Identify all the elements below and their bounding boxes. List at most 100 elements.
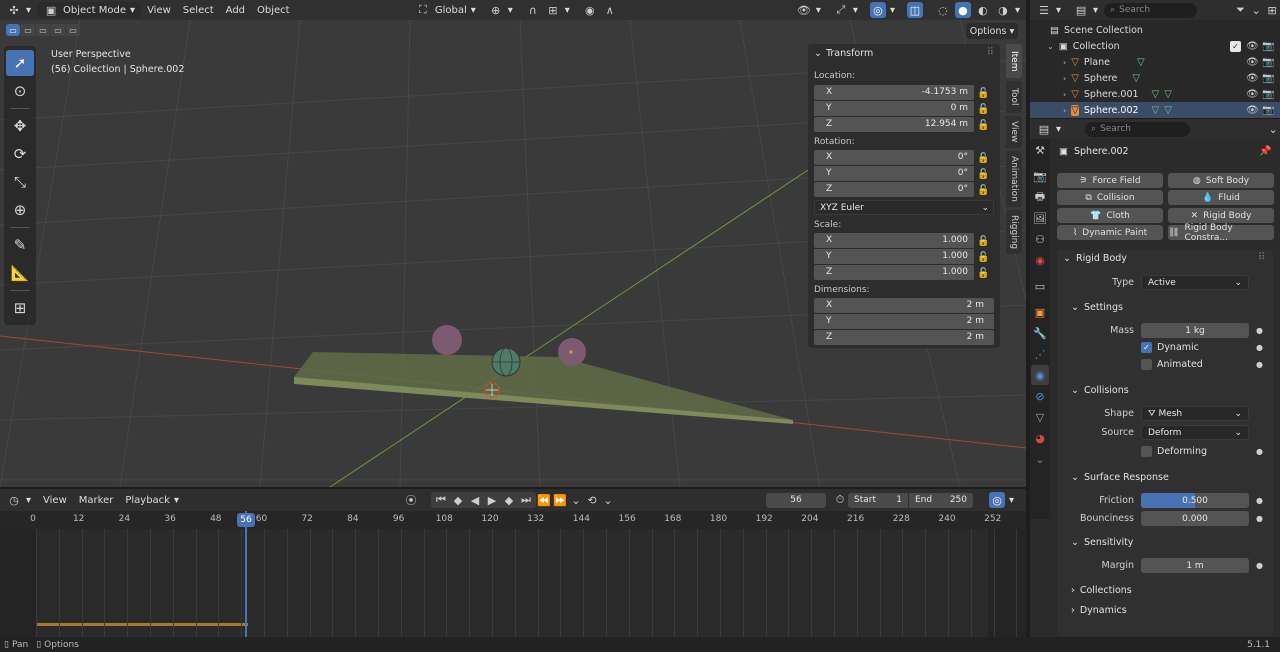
keyframe-dot-icon[interactable]: ● xyxy=(1256,343,1263,352)
soft-body-button[interactable]: ◍ Soft Body xyxy=(1168,173,1274,188)
timeline-menu-view[interactable]: View xyxy=(37,492,73,508)
pin-icon[interactable]: 📌 xyxy=(1259,146,1271,157)
tab-tool[interactable]: Tool xyxy=(1006,81,1022,113)
dynamics-subpanel-header[interactable]: › Dynamics xyxy=(1057,602,1273,619)
shape-dropdown[interactable]: ⛛ Mesh ⌄ xyxy=(1141,406,1249,421)
lock-icon[interactable]: 🔓 xyxy=(977,236,989,247)
dynamic-paint-button[interactable]: ⌇ Dynamic Paint xyxy=(1057,225,1163,240)
scale-tool[interactable]: ⤡ xyxy=(6,169,34,195)
overlays-dropdown[interactable]: ◎ ▾ xyxy=(864,2,901,18)
margin-field[interactable]: 1 m xyxy=(1141,558,1249,573)
eye-icon[interactable]: 👁 xyxy=(1246,73,1259,84)
menu-select[interactable]: Select xyxy=(177,2,220,18)
select-new-icon[interactable]: ▭ xyxy=(6,24,20,36)
rigid-body-constraint-button[interactable]: ⛓ Rigid Body Constra... xyxy=(1168,223,1274,243)
lock-icon[interactable]: 🔓 xyxy=(977,88,989,99)
outliner-collection[interactable]: ⌄ ▣ Collection ✓ 👁 📷 xyxy=(1030,38,1280,54)
rotate-tool[interactable]: ⟳ xyxy=(6,141,34,167)
collection-tab-icon[interactable]: ▭ xyxy=(1031,276,1049,296)
tab-view[interactable]: View xyxy=(1006,116,1022,148)
timeline-overlays[interactable]: ◎ ▾ xyxy=(983,492,1020,508)
proportional-toggle[interactable]: ◉ ∧ xyxy=(576,2,624,18)
outliner-scene-collection[interactable]: ▤ Scene Collection xyxy=(1030,22,1280,38)
transform-panel-header[interactable]: ⌄ Transform xyxy=(814,48,873,59)
measure-tool[interactable]: 📐 xyxy=(6,260,34,286)
mass-field[interactable]: 1 kg xyxy=(1141,323,1249,338)
keyframe-dot-icon[interactable]: ● xyxy=(1256,447,1263,456)
xray-toggle[interactable]: ◫ xyxy=(901,2,929,18)
outliner-item-sphere-001[interactable]: › ▽ Sphere.001 ▽ ▽ 👁 📷 xyxy=(1030,86,1280,102)
select-box-tool[interactable]: ➚ xyxy=(6,50,34,76)
chevron-down-icon[interactable]: ⌄ xyxy=(1266,121,1280,137)
dimensions-z-field[interactable]: Z2 m xyxy=(814,330,994,345)
outliner-item-plane[interactable]: › ▽ Plane ▽ 👁 📷 xyxy=(1030,54,1280,70)
tab-rigging[interactable]: Rigging xyxy=(1006,210,1022,254)
snap-toggle[interactable]: ∩ ⊞ ▾ xyxy=(519,2,576,18)
camera-icon[interactable]: 📷 xyxy=(1262,73,1274,84)
data-tab-icon[interactable]: ▽ xyxy=(1031,407,1049,427)
location-z-field[interactable]: Z 12.954 m xyxy=(814,117,974,132)
output-tab-icon[interactable]: 🖶 xyxy=(1031,187,1049,207)
surface-response-subpanel-header[interactable]: ⌄ Surface Response xyxy=(1057,469,1273,486)
autokey-icon[interactable]: ⟲ xyxy=(584,492,600,508)
tool-tab-icon[interactable]: ⚒ xyxy=(1031,140,1049,160)
lock-icon[interactable]: 🔓 xyxy=(977,120,989,131)
camera-icon[interactable]: 📷 xyxy=(1262,105,1274,116)
bounciness-slider[interactable]: 0.000 xyxy=(1141,511,1249,526)
drag-handle-icon[interactable]: ⠿ xyxy=(1258,252,1265,263)
menu-view[interactable]: View xyxy=(141,2,177,18)
particles-tab-icon[interactable]: ⋰ xyxy=(1031,344,1049,364)
drag-handle-icon[interactable]: ⠿ xyxy=(987,47,994,58)
add-cube-tool[interactable]: ⊞ xyxy=(6,295,34,321)
select-extend-icon[interactable]: ▭ xyxy=(21,24,35,36)
play-reverse-icon[interactable]: ◀ xyxy=(467,492,483,508)
fluid-button[interactable]: 💧 Fluid xyxy=(1168,190,1274,205)
keyframe-dot-icon[interactable]: ● xyxy=(1256,514,1263,523)
filter-icon[interactable]: ⏷ xyxy=(1233,2,1249,18)
camera-icon[interactable]: 📷 xyxy=(1262,57,1274,68)
rotation-z-field[interactable]: Z 0° xyxy=(814,182,974,197)
rotation-x-field[interactable]: X 0° xyxy=(814,150,974,165)
collision-button[interactable]: ⧉ Collision xyxy=(1057,190,1163,205)
outliner-search-input[interactable]: ⌕ Search xyxy=(1104,2,1197,18)
timeline-ruler[interactable]: 0 12 24 36 48 60 72 84 96 108 120 132 144 156 168 180 19… xyxy=(0,511,1026,529)
next-frame-icon[interactable]: ⏩ xyxy=(552,492,568,508)
chevron-down-icon[interactable]: ⌄ xyxy=(1248,2,1264,18)
material-shading-icon[interactable]: ◐ xyxy=(975,2,991,18)
world-tab-icon[interactable]: ◉ xyxy=(1031,250,1049,270)
eye-icon[interactable]: 👁 xyxy=(1246,89,1259,100)
pivot-dropdown[interactable]: ⊕ ▾ xyxy=(482,2,519,18)
mode-dropdown[interactable]: ▣ Object Mode ▾ xyxy=(37,2,142,18)
collections-subpanel-header[interactable]: › Collections xyxy=(1057,582,1273,599)
keyframe-dot-icon[interactable]: ● xyxy=(1256,326,1263,335)
gizmo-dropdown[interactable]: ⤢ ▾ xyxy=(827,2,864,18)
select-intersect-icon[interactable]: ▭ xyxy=(66,24,80,36)
select-difference-icon[interactable]: ▭ xyxy=(51,24,65,36)
cloth-button[interactable]: 👕 Cloth xyxy=(1057,208,1163,223)
render-tab-icon[interactable]: 📷 xyxy=(1031,166,1049,186)
properties-search-input[interactable]: ⌕ Search xyxy=(1085,121,1191,137)
timeline-menu-playback[interactable]: Playback ▾ xyxy=(119,492,185,508)
settings-subpanel-header[interactable]: ⌄ Settings xyxy=(1057,299,1273,316)
play-icon[interactable]: ▶ xyxy=(484,492,500,508)
editor-type-button[interactable]: ✣ ▾ xyxy=(0,2,37,18)
next-keyframe-icon[interactable]: ◆ xyxy=(501,492,517,508)
annotate-tool[interactable]: ✎ xyxy=(6,232,34,258)
record-icon[interactable]: ⦿ xyxy=(403,492,419,508)
keyframe-dot-icon[interactable]: ● xyxy=(1256,561,1263,570)
outliner-item-sphere[interactable]: › ▽ Sphere ▽ 👁 📷 xyxy=(1030,70,1280,86)
outliner-item-sphere-002[interactable]: › ▽ Sphere.002 ▽ ▽ 👁 📷 xyxy=(1030,102,1280,118)
friction-slider[interactable]: 0.500 xyxy=(1141,493,1249,508)
tab-animation[interactable]: Animation xyxy=(1006,151,1022,207)
cursor-tool[interactable]: ⊙ xyxy=(6,78,34,104)
visibility-dropdown[interactable]: 👁 ▾ xyxy=(790,2,827,18)
lock-icon[interactable]: 🔓 xyxy=(977,185,989,196)
new-collection-icon[interactable]: ⊞ xyxy=(1264,2,1280,18)
orientation-dropdown[interactable]: ⛶ Global ▾ xyxy=(409,2,482,18)
display-mode-dropdown[interactable]: ▤ ▾ xyxy=(1067,2,1104,18)
keyframe-dot-icon[interactable]: ● xyxy=(1256,360,1263,369)
rigid-body-button[interactable]: ✕ Rigid Body xyxy=(1168,208,1274,223)
location-y-field[interactable]: Y0 m xyxy=(814,101,974,116)
editor-type-button[interactable]: ▤ ▾ xyxy=(1030,121,1067,137)
current-frame-field[interactable]: 56 xyxy=(766,492,826,508)
